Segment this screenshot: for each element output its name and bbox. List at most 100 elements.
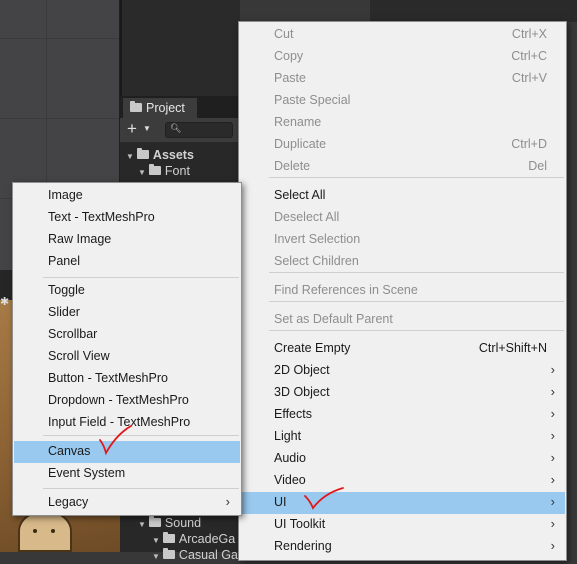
menu-item-label: Rendering xyxy=(274,539,332,553)
tree-item-casual-ga[interactable]: ▼ Casual Ga xyxy=(152,548,238,564)
menu-item-label: Select Children xyxy=(274,254,359,268)
menu-item-shortcut: Ctrl+Shift+N xyxy=(478,341,547,355)
tab-project-label: Project xyxy=(146,101,185,115)
menu-item-label: Deselect All xyxy=(274,210,340,224)
menu-item-set-as-default-parent: Set as Default Parent xyxy=(240,309,565,331)
menu-item-label: Light xyxy=(274,429,302,443)
menu-item-video[interactable]: Video › xyxy=(240,470,565,492)
menu-item-ui-toolkit[interactable]: UI Toolkit › xyxy=(240,514,565,536)
menu-item-label: 3D Object xyxy=(274,385,330,399)
tree-item-arcadega[interactable]: ▼ ArcadeGa xyxy=(152,532,235,548)
submenu-item-event-system[interactable]: Event System xyxy=(14,463,240,485)
menu-item-label: Scroll View xyxy=(48,349,110,363)
menu-item-label: Set as Default Parent xyxy=(274,312,393,326)
menu-item-paste: Paste Ctrl+V xyxy=(240,68,565,90)
tree-item-font[interactable]: ▼ Font xyxy=(138,164,190,180)
expand-icon[interactable]: ▼ xyxy=(126,152,134,161)
chevron-down-icon[interactable]: ▼ xyxy=(143,124,151,133)
tree-item-label: Assets xyxy=(152,148,194,162)
menu-item-invert-selection: Invert Selection xyxy=(240,229,565,251)
add-icon[interactable]: + xyxy=(127,120,137,138)
search-input[interactable]: 🔍︎ xyxy=(165,122,233,138)
submenu-item-raw-image[interactable]: Raw Image xyxy=(14,229,240,251)
menu-separator xyxy=(43,277,239,278)
menu-item-label: Canvas xyxy=(48,444,91,458)
folder-icon xyxy=(148,164,161,175)
inspector-area xyxy=(370,0,577,22)
submenu-item-toggle[interactable]: Toggle xyxy=(14,280,240,302)
chevron-right-icon: › xyxy=(550,362,555,377)
menu-item-effects[interactable]: Effects › xyxy=(240,404,565,426)
submenu-item-input-field-textmeshpro[interactable]: Input Field - TextMeshPro xyxy=(14,412,240,434)
submenu-item-scroll-view[interactable]: Scroll View xyxy=(14,346,240,368)
expand-icon[interactable]: ▼ xyxy=(138,520,146,529)
menu-item-label: Input Field - TextMeshPro xyxy=(48,415,191,429)
chevron-right-icon: › xyxy=(550,472,555,487)
character-sprite xyxy=(18,510,72,552)
gear-icon[interactable]: ✱ xyxy=(0,296,12,308)
menu-item-audio[interactable]: Audio › xyxy=(240,448,565,470)
menu-item-select-children: Select Children xyxy=(240,251,565,273)
menu-item-label: Copy xyxy=(274,49,304,63)
menu-item-label: Video xyxy=(274,473,306,487)
menu-item-3d-object[interactable]: 3D Object › xyxy=(240,382,565,404)
chevron-right-icon: › xyxy=(225,494,230,509)
submenu-item-canvas[interactable]: Canvas xyxy=(14,441,240,463)
menu-item-label: Raw Image xyxy=(48,232,112,246)
submenu-item-image[interactable]: Image xyxy=(14,185,240,207)
menu-item-label: Delete xyxy=(274,159,311,173)
tree-item-label: Casual Ga xyxy=(178,548,238,562)
menu-item-ui[interactable]: UI › xyxy=(240,492,565,514)
submenu-item-slider[interactable]: Slider xyxy=(14,302,240,324)
menu-item-label: Scrollbar xyxy=(48,327,98,341)
menu-item-label: UI xyxy=(274,495,287,509)
menu-separator xyxy=(43,488,239,489)
menu-item-select-all[interactable]: Select All xyxy=(240,185,565,207)
menu-item-label: Invert Selection xyxy=(274,232,361,246)
menu-item-label: UI Toolkit xyxy=(274,517,326,531)
menu-item-rendering[interactable]: Rendering › xyxy=(240,536,565,558)
menu-item-create-empty[interactable]: Create Empty Ctrl+Shift+N xyxy=(240,338,565,360)
expand-icon[interactable]: ▼ xyxy=(152,536,160,545)
tree-item-assets[interactable]: ▼ Assets xyxy=(126,148,194,164)
submenu-item-button-textmeshpro[interactable]: Button - TextMeshPro xyxy=(14,368,240,390)
search-icon: 🔍︎ xyxy=(170,123,182,133)
menu-item-light[interactable]: Light › xyxy=(240,426,565,448)
chevron-right-icon: › xyxy=(550,538,555,553)
menu-item-label: Select All xyxy=(274,188,326,202)
folder-icon xyxy=(136,148,149,159)
submenu-item-text-textmeshpro[interactable]: Text - TextMeshPro xyxy=(14,207,240,229)
menu-item-label: Paste xyxy=(274,71,306,85)
chevron-right-icon: › xyxy=(550,428,555,443)
submenu-item-legacy[interactable]: Legacy › xyxy=(14,492,240,514)
tree-item-label: Font xyxy=(164,164,190,178)
submenu-item-scrollbar[interactable]: Scrollbar xyxy=(14,324,240,346)
menu-item-rename: Rename xyxy=(240,112,565,134)
tree-item-sound[interactable]: ▼ Sound xyxy=(138,516,201,532)
menu-item-label: Text - TextMeshPro xyxy=(48,210,155,224)
submenu-item-panel[interactable]: Panel xyxy=(14,251,240,273)
expand-icon[interactable]: ▼ xyxy=(152,552,160,561)
folder-icon xyxy=(130,101,142,112)
menu-item-shortcut: Ctrl+D xyxy=(511,137,547,151)
menu-item-label: Slider xyxy=(48,305,80,319)
menu-item-label: Duplicate xyxy=(274,137,327,151)
project-toolbar: + ▼ 🔍︎ xyxy=(120,118,240,142)
menu-item-shortcut: Ctrl+X xyxy=(511,27,547,41)
menu-item-delete: Delete Del xyxy=(240,156,565,178)
menu-item-label: Paste Special xyxy=(274,93,351,107)
menu-item-label: 2D Object xyxy=(274,363,330,377)
menu-item-shortcut: Del xyxy=(528,159,547,173)
tab-project[interactable]: Project xyxy=(123,98,197,118)
menu-item-label: Image xyxy=(48,188,83,202)
expand-icon[interactable]: ▼ xyxy=(138,168,146,177)
menu-item-deselect-all: Deselect All xyxy=(240,207,565,229)
tree-item-label: Sound xyxy=(164,516,202,530)
hierarchy-area xyxy=(120,0,240,96)
folder-icon xyxy=(162,532,175,543)
menu-item-label: Event System xyxy=(48,466,126,480)
submenu-item-dropdown-textmeshpro[interactable]: Dropdown - TextMeshPro xyxy=(14,390,240,412)
chevron-right-icon: › xyxy=(550,494,555,509)
menu-item-2d-object[interactable]: 2D Object › xyxy=(240,360,565,382)
menu-item-label: Legacy xyxy=(48,495,89,509)
